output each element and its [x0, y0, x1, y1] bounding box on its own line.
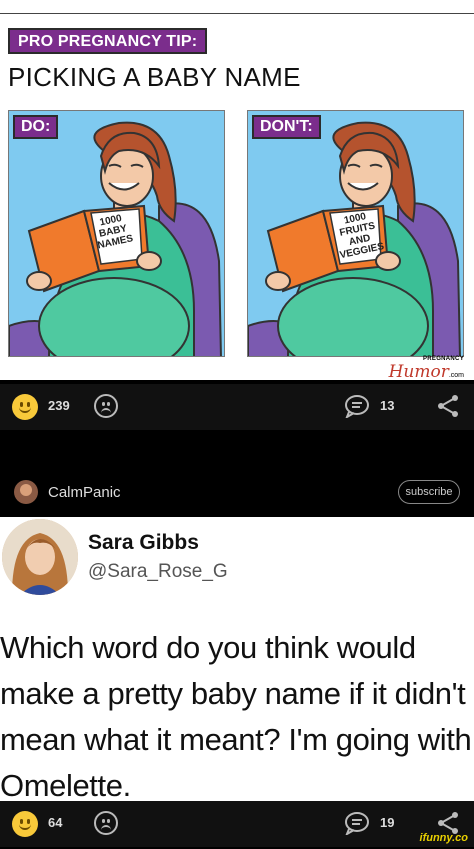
- book-title-dont: 1000 FRUITS AND VEGGIES: [338, 211, 386, 262]
- ifunny-watermark: ifunny.co: [419, 832, 468, 844]
- frown-icon[interactable]: [94, 811, 118, 835]
- tweet-line: make a pretty baby name if it didn't: [0, 676, 466, 711]
- frown-icon[interactable]: [94, 394, 118, 418]
- panel-label-dont: DON'T:: [252, 115, 321, 139]
- comment-icon[interactable]: [344, 811, 370, 835]
- tweet-author-handle: @Sara_Rose_G: [88, 561, 228, 582]
- smile-icon[interactable]: [12, 811, 38, 837]
- smile-count: 239: [48, 398, 70, 413]
- subscribe-button[interactable]: subscribe: [398, 480, 460, 504]
- avatar: [2, 519, 78, 595]
- comic-badge: PRO PREGNANCY TIP:: [8, 28, 208, 54]
- post-1-action-bar: 239 13: [0, 384, 474, 430]
- post-1: PRO PREGNANCY TIP: PICKING A BABY NAME D…: [0, 0, 474, 380]
- smile-icon[interactable]: [12, 394, 38, 420]
- smile-count: 64: [48, 815, 63, 830]
- comment-count: 13: [380, 398, 395, 413]
- author-avatar[interactable]: [14, 480, 38, 504]
- divider: [0, 0, 474, 14]
- tweet-line: Omelette.: [0, 768, 131, 801]
- tweet-text: Which word do you think would make a pre…: [0, 625, 474, 801]
- author-name[interactable]: CalmPanic: [48, 484, 121, 501]
- tweet-author-name: Sara Gibbs: [88, 531, 199, 554]
- post-2-action-bar: 64 19 ifunny.co: [0, 801, 474, 847]
- comic-image[interactable]: PRO PREGNANCY TIP: PICKING A BABY NAME D…: [0, 0, 474, 380]
- comic-panel-do: DO: 1000 BABY NAMES: [8, 110, 225, 357]
- comic-title: PICKING A BABY NAME: [8, 62, 301, 92]
- share-icon[interactable]: [436, 394, 460, 418]
- tweet-line: Which word do you think would: [0, 630, 416, 665]
- tweet-image[interactable]: Sara Gibbs @Sara_Rose_G Which word do yo…: [0, 517, 474, 801]
- comment-icon[interactable]: [344, 394, 370, 418]
- pregnancy-humor-logo: PREGNANCY Humor.com: [388, 356, 464, 380]
- tweet-line: mean what it meant? I'm going with: [0, 722, 472, 757]
- comic-panel-dont: DON'T: 1000 FRUITS AND VEGGIES: [247, 110, 464, 357]
- comment-count: 19: [380, 815, 395, 830]
- panel-label-do: DO:: [13, 115, 59, 139]
- post-2-author-row: CalmPanic subscribe: [0, 474, 474, 514]
